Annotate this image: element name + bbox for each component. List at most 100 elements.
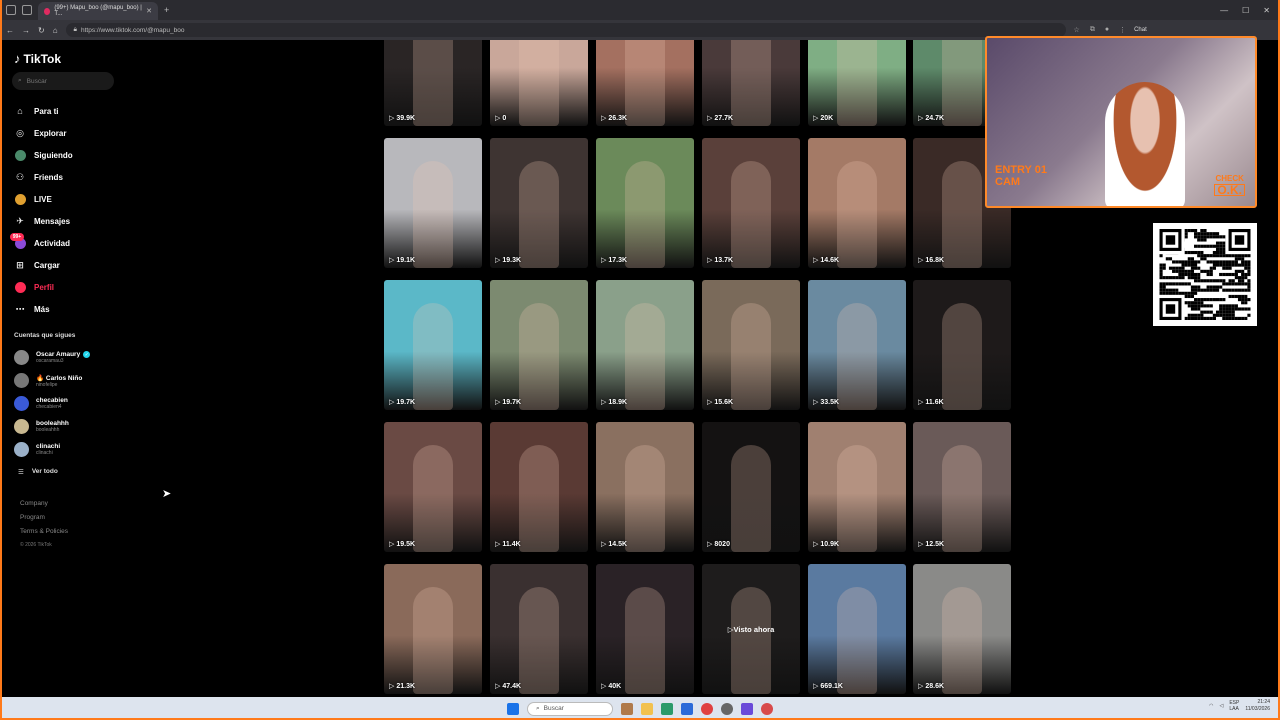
file-explorer-icon[interactable] — [641, 702, 653, 715]
video-thumbnail[interactable]: ▷ 39.9K — [384, 40, 482, 126]
chat-button[interactable]: Chat — [1134, 27, 1147, 33]
video-thumbnail[interactable]: ▷ 19.3K — [490, 138, 588, 268]
close-tab-icon[interactable]: ✕ — [146, 7, 152, 15]
nav-item-friends[interactable]: ⚇ Friends — [14, 166, 214, 188]
video-thumbnail[interactable]: ▷ 14.5K — [596, 422, 694, 552]
wifi-icon[interactable]: ◠ — [1209, 703, 1213, 709]
video-thumbnail[interactable]: ▷ 0 — [490, 40, 588, 126]
video-thumbnail[interactable]: ▷ Visto ahora — [702, 564, 800, 694]
play-icon: ▷ — [601, 257, 607, 264]
video-thumbnail[interactable]: ▷ 19.7K — [384, 280, 482, 410]
footer-link-program[interactable]: Program — [20, 514, 68, 528]
forward-icon[interactable]: → — [22, 26, 30, 35]
video-thumbnail[interactable]: ▷ 33.5K — [808, 280, 906, 410]
reload-icon[interactable]: ↻ — [38, 26, 45, 35]
view-count: ▷ 19.7K — [495, 398, 521, 407]
following-account[interactable]: checabien checabien4 — [14, 392, 90, 415]
taskbar-search-input[interactable]: ⌕ Buscar — [527, 701, 613, 716]
maximize-icon[interactable]: ☐ — [1242, 6, 1249, 15]
back-icon[interactable]: ← — [6, 26, 14, 35]
video-thumbnail[interactable]: ▷ 19.1K — [384, 138, 482, 268]
video-thumbnail[interactable]: ▷ 8020 — [702, 422, 800, 552]
windows-start-icon[interactable] — [507, 702, 519, 715]
messages-icon: ✈ — [16, 215, 24, 226]
cam-check-badge: CHECK O.K. — [1214, 174, 1245, 196]
video-thumbnail[interactable]: ▷ 15.6K — [702, 280, 800, 410]
play-icon: ▷ — [495, 541, 501, 548]
tab-groups-icon[interactable] — [22, 5, 32, 15]
store-icon[interactable] — [681, 702, 693, 715]
video-thumbnail[interactable]: ▷ 19.5K — [384, 422, 482, 552]
see-all-button[interactable]: ☰ Ver todo — [18, 468, 58, 476]
minimize-icon[interactable]: — — [1220, 6, 1228, 15]
taskbar-app-icon[interactable] — [621, 702, 633, 715]
nav-item-cargar[interactable]: ⊞ Cargar — [14, 254, 214, 276]
footer-link-terms[interactable]: Terms & Policies — [20, 528, 68, 542]
tiktok-logo[interactable]: ♪ TikTok — [14, 51, 61, 66]
video-thumbnail[interactable]: ▷ 18.9K — [596, 280, 694, 410]
play-icon: ▷ — [389, 541, 395, 548]
video-thumbnail[interactable]: ▷ 14.6K — [808, 138, 906, 268]
view-count-value: 14.6K — [820, 256, 840, 264]
profile-browser-icon[interactable]: ● — [1105, 26, 1109, 34]
logo-text: TikTok — [23, 51, 62, 66]
nav-item-live[interactable]: LIVE — [14, 188, 214, 210]
search-input[interactable]: ⌕ Buscar — [12, 72, 114, 90]
view-count-value: 14.5K — [608, 540, 628, 548]
nav-item-explorar[interactable]: ◎ Explorar — [14, 122, 214, 144]
close-window-icon[interactable]: ✕ — [1263, 6, 1270, 15]
video-thumbnail[interactable]: ▷ 17.3K — [596, 138, 694, 268]
video-thumbnail[interactable]: ▷ 28.6K — [913, 564, 1011, 694]
nav-item-siguiendo[interactable]: Siguiendo — [14, 144, 214, 166]
nav-item-más[interactable]: ⋯ Más — [14, 298, 214, 320]
video-thumbnail[interactable]: ▷ 20K — [808, 40, 906, 126]
video-thumbnail[interactable]: ▷ 27.7K — [702, 40, 800, 126]
browser-tab[interactable]: (99+) Mapu_boo (@mapu_boo) | T... ✕ — [38, 2, 158, 20]
star-icon[interactable]: ☆ — [1074, 26, 1080, 34]
view-count: ▷ 0 — [495, 114, 506, 123]
video-thumbnail[interactable]: ▷ 10.9K — [808, 422, 906, 552]
account-name: booleahhh — [36, 420, 69, 427]
tiktok-note-icon: ♪ — [14, 51, 21, 66]
following-account[interactable]: clinachi clinachi — [14, 438, 90, 461]
language-indicator[interactable]: ESP LAA — [1229, 700, 1239, 712]
nav-item-mensajes[interactable]: ✈ Mensajes — [14, 210, 214, 232]
account-name: 🔥 Carlos Niño — [36, 374, 82, 382]
view-count: ▷ 26.3K — [601, 114, 627, 123]
obs-icon[interactable] — [741, 702, 753, 715]
clock[interactable]: 21:24 11/03/2026 — [1245, 699, 1270, 713]
thumbnail-figure — [731, 303, 771, 410]
following-account[interactable]: 🔥 Carlos Niño ninofelipe — [14, 369, 90, 392]
edge-icon[interactable] — [661, 702, 673, 715]
chrome-icon[interactable] — [701, 702, 713, 715]
main-nav: ⌂ Para ti ◎ Explorar Siguiendo ⚇ Friends LIVE ✈ M… — [10, 100, 214, 320]
footer-link-company[interactable]: Company — [20, 500, 68, 514]
nav-item-perfil[interactable]: Perfil — [14, 276, 214, 298]
following-account[interactable]: Oscar Amaury ✓ oscaramau3 — [14, 346, 91, 369]
video-thumbnail[interactable]: ▷ 21.3K — [384, 564, 482, 694]
video-thumbnail[interactable]: ▷ 11.6K — [913, 280, 1011, 410]
search-placeholder: Buscar — [26, 77, 47, 85]
settings-icon[interactable] — [721, 702, 733, 715]
extensions-icon[interactable]: ⧉ — [1090, 26, 1095, 34]
video-thumbnail[interactable]: ▷ 13.7K — [702, 138, 800, 268]
home-browser-icon[interactable]: ⌂ — [53, 26, 58, 35]
video-thumbnail[interactable]: ▷ 47.4K — [490, 564, 588, 694]
video-thumbnail[interactable]: ▷ 26.3K — [596, 40, 694, 126]
tab-actions-icon[interactable] — [6, 5, 16, 15]
volume-icon[interactable]: ◁ — [1219, 703, 1223, 709]
video-thumbnail[interactable]: ▷ 12.5K — [913, 422, 1011, 552]
video-thumbnail[interactable]: ▷ 19.7K — [490, 280, 588, 410]
avatar — [14, 396, 29, 411]
app-icon[interactable] — [761, 702, 773, 715]
nav-item-actividad[interactable]: 99+ Actividad — [10, 232, 214, 254]
video-thumbnail[interactable]: ▷ 40K — [596, 564, 694, 694]
new-tab-button[interactable]: + — [164, 5, 169, 15]
video-thumbnail[interactable]: ▷ 11.4K — [490, 422, 588, 552]
thumbnail-figure — [625, 161, 665, 268]
menu-icon[interactable]: ⋮ — [1119, 26, 1126, 34]
url-field[interactable]: 🔒︎ https://www.tiktok.com/@mapu_boo — [65, 23, 1066, 37]
nav-item-para-ti[interactable]: ⌂ Para ti — [14, 100, 214, 122]
following-account[interactable]: booleahhh booleahhh — [14, 415, 90, 438]
video-thumbnail[interactable]: ▷ 669.1K — [808, 564, 906, 694]
